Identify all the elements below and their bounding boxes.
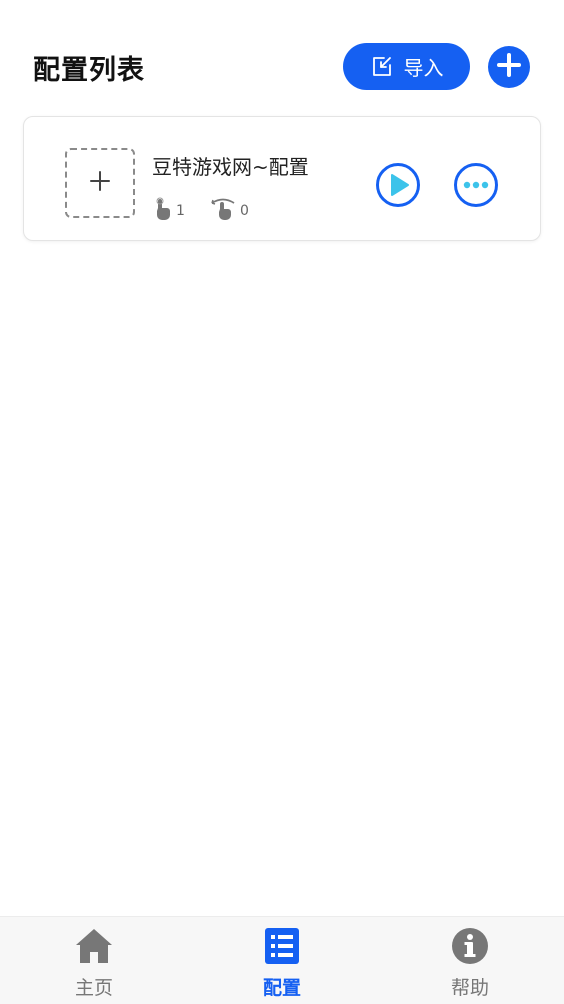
plus-icon [495, 51, 523, 83]
more-options-button[interactable] [453, 162, 499, 208]
list-icon [264, 927, 300, 969]
home-icon [74, 927, 114, 969]
header: 配置列表 导入 [0, 0, 564, 110]
play-icon [375, 163, 421, 212]
info-icon [451, 927, 489, 969]
config-card[interactable]: 豆特游戏网~配置 1 0 [23, 116, 541, 241]
nav-item-config[interactable]: 配置 [188, 917, 376, 1004]
config-thumbnail-add[interactable] [65, 148, 135, 218]
tap-count-value: 1 [176, 203, 185, 219]
app-screen: 配置列表 导入 豆特游戏网~配置 1 0 主页 配置 帮助 [0, 0, 564, 1004]
bottom-nav: 主页 配置 帮助 [0, 916, 564, 1004]
import-icon [370, 55, 394, 79]
import-button[interactable]: 导入 [343, 43, 470, 90]
more-dots-icon [453, 163, 499, 212]
import-label: 导入 [403, 56, 444, 80]
nav-label-help: 帮助 [450, 977, 489, 999]
config-name: 豆特游戏网~配置 [152, 155, 309, 179]
tap-count: 1 [152, 197, 185, 225]
plus-icon [89, 170, 111, 196]
swipe-hand-icon [210, 197, 236, 225]
nav-label-home: 主页 [74, 977, 113, 999]
add-config-button[interactable] [488, 46, 530, 88]
swipe-count-value: 0 [240, 203, 249, 219]
page-title: 配置列表 [33, 55, 145, 86]
swipe-count: 0 [210, 197, 249, 225]
play-button[interactable] [375, 162, 421, 208]
tap-hand-icon [152, 197, 172, 225]
nav-item-home[interactable]: 主页 [0, 917, 188, 1004]
nav-label-config: 配置 [262, 977, 301, 999]
nav-item-help[interactable]: 帮助 [376, 917, 564, 1004]
